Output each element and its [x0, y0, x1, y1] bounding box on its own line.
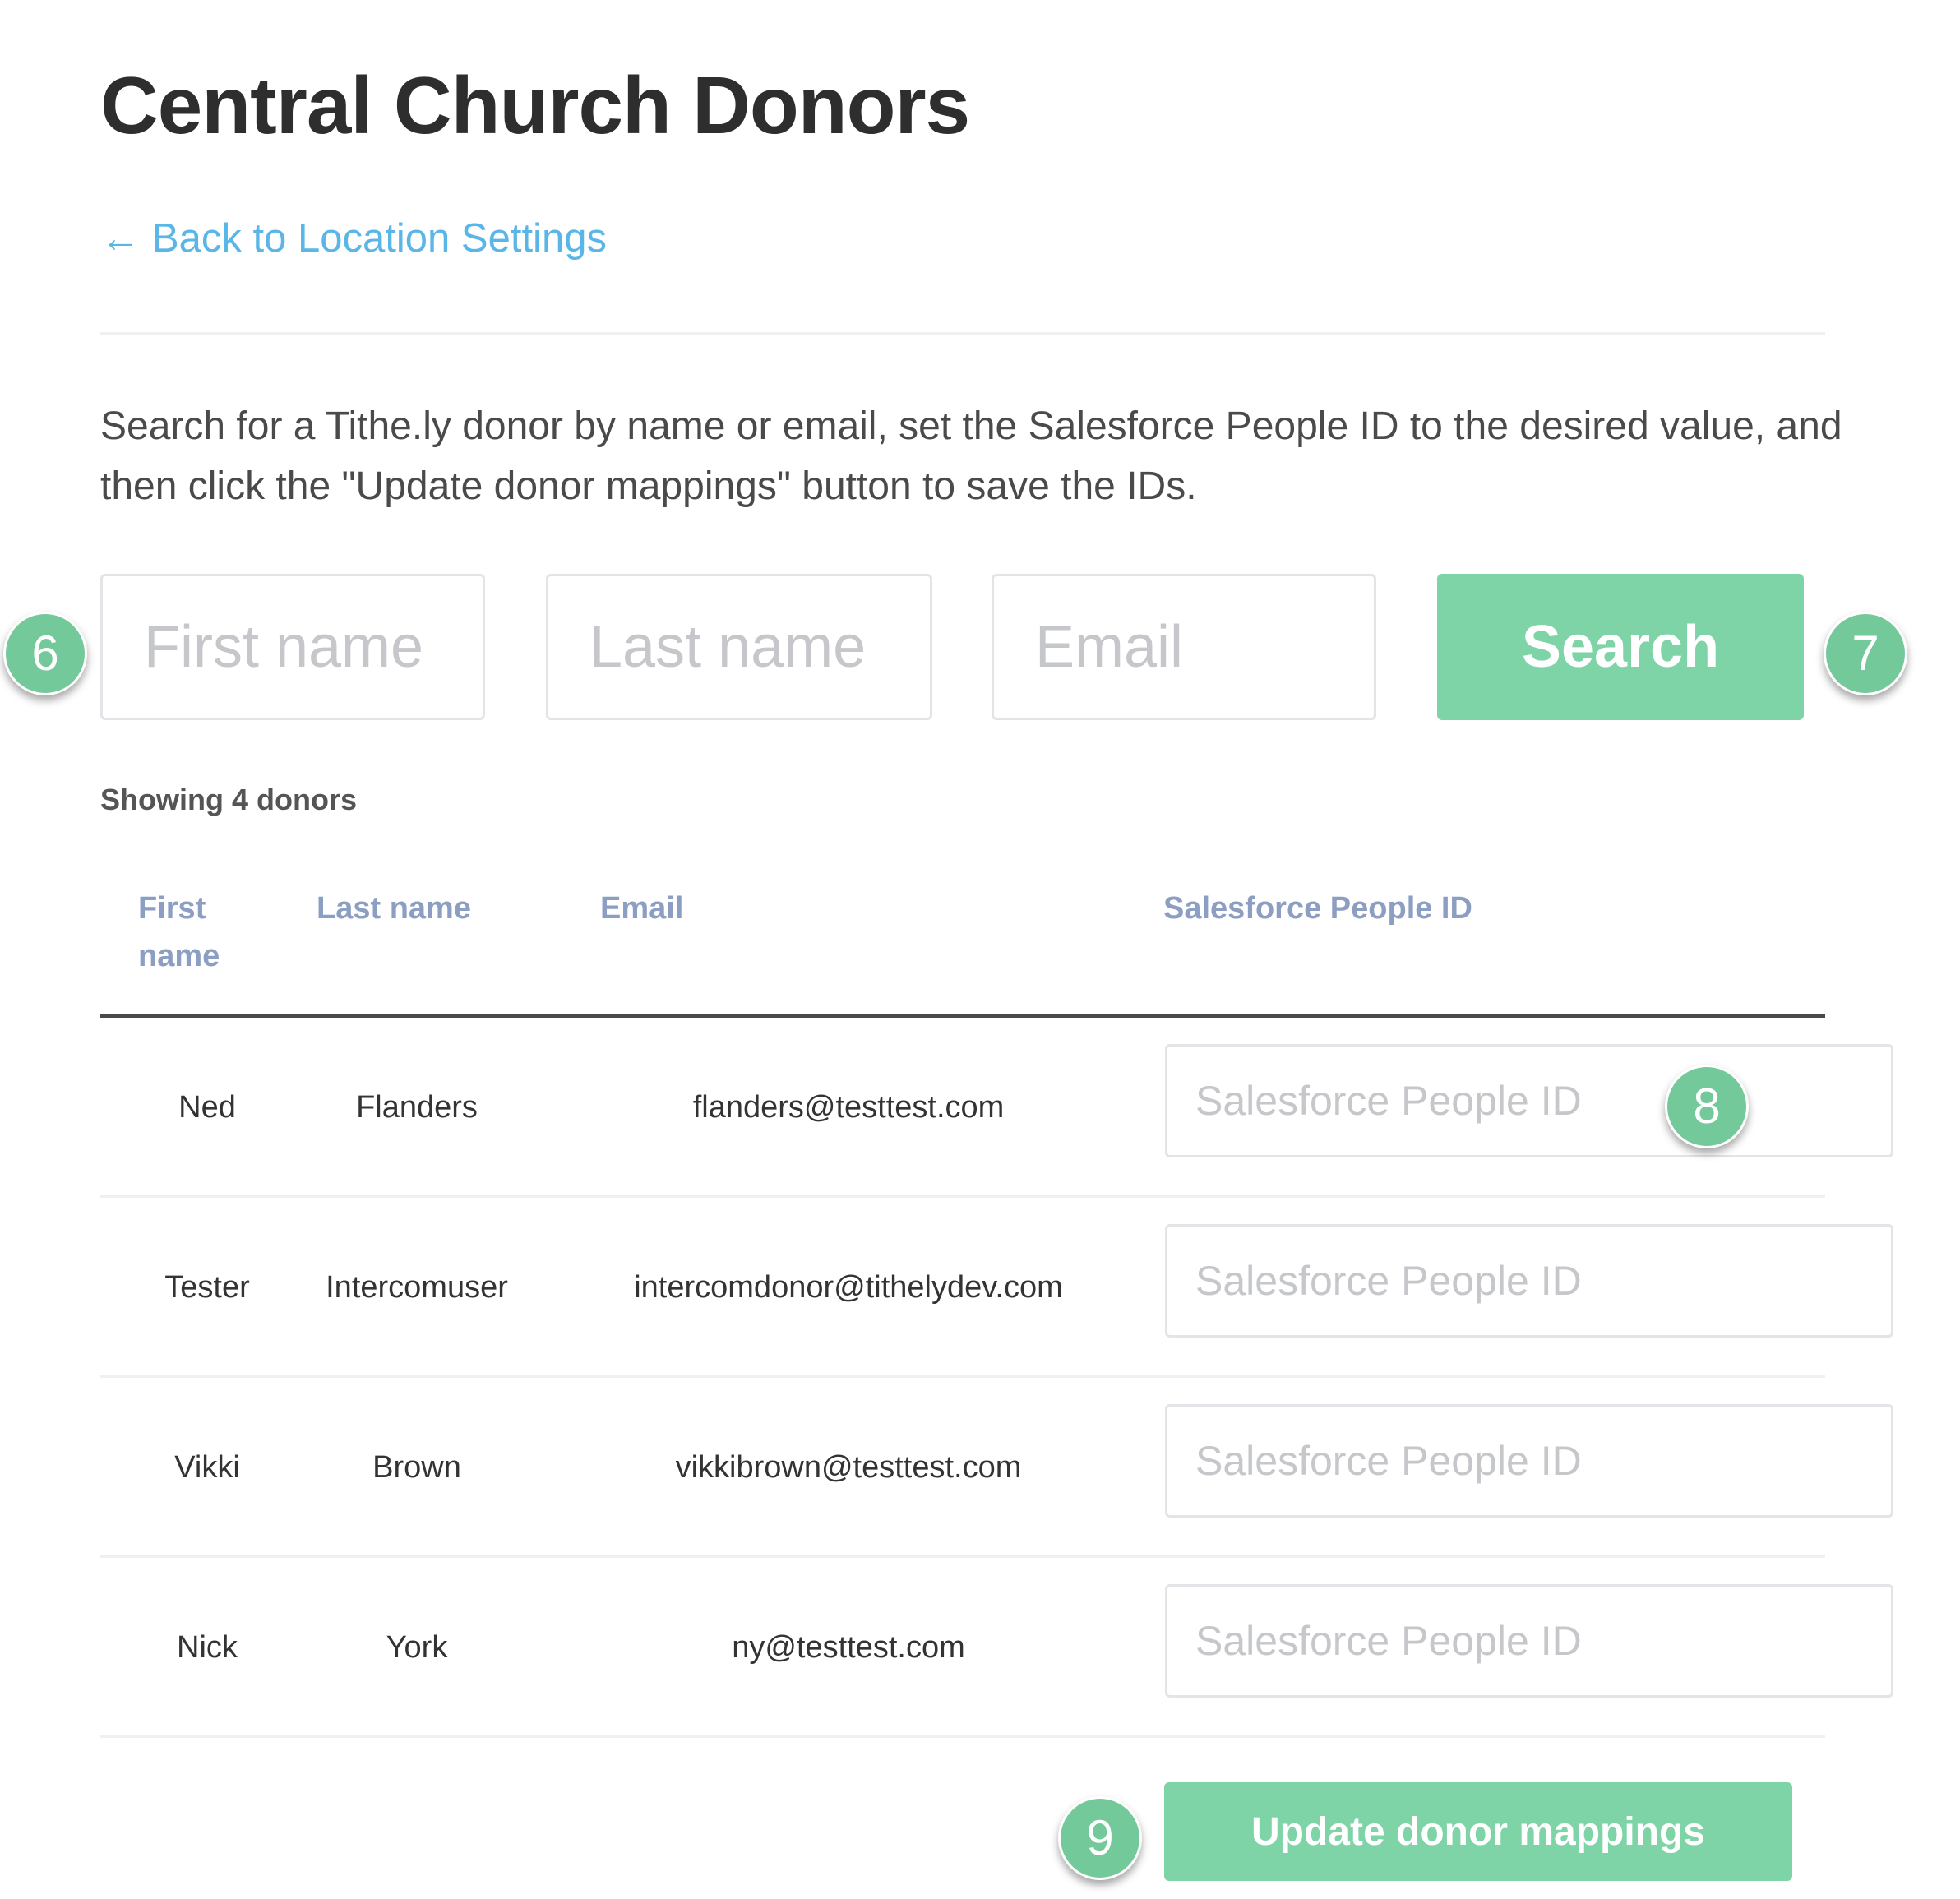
donor-last-name: Intercomuser — [326, 1270, 508, 1305]
column-header-first-name: First name — [138, 891, 220, 973]
donor-email: vikkibrown@testtest.com — [675, 1450, 1022, 1485]
donor-email: flanders@testtest.com — [692, 1090, 1005, 1125]
step-callout-badge: 7 — [1824, 612, 1907, 695]
column-header-email: Email — [600, 891, 684, 926]
donor-last-name: Flanders — [356, 1090, 478, 1125]
donor-first-name: Vikki — [174, 1450, 240, 1485]
step-callout-badge: 6 — [3, 612, 87, 695]
instructions-text: Search for a Tithe.ly donor by name or e… — [100, 404, 1842, 508]
salesforce-id-input[interactable] — [1165, 1584, 1893, 1698]
donor-last-name: Brown — [372, 1450, 461, 1485]
email-search-input[interactable] — [992, 574, 1376, 720]
donor-first-name: Tester — [164, 1270, 250, 1305]
update-donor-mappings-button[interactable]: Update donor mappings — [1164, 1782, 1792, 1881]
donor-email: ny@testtest.com — [732, 1630, 965, 1665]
donor-email: intercomdonor@tithelydev.com — [634, 1270, 1063, 1305]
first-name-search-input[interactable] — [100, 574, 485, 720]
back-to-location-settings-link[interactable]: ← Back to Location Settings — [100, 215, 607, 261]
table-row: Tester Intercomuser intercomdonor@tithel… — [100, 1198, 1893, 1378]
search-button[interactable]: Search — [1437, 574, 1804, 720]
salesforce-id-input[interactable] — [1165, 1224, 1893, 1338]
back-link-label: Back to Location Settings — [152, 216, 607, 261]
step-callout-badge: 8 — [1665, 1065, 1749, 1148]
column-header-last-name: Last name — [317, 891, 471, 926]
row-divider — [100, 1735, 1825, 1738]
table-row: Vikki Brown vikkibrown@testtest.com — [100, 1378, 1893, 1558]
donor-first-name: Ned — [178, 1090, 236, 1125]
step-callout-badge: 9 — [1058, 1796, 1142, 1880]
salesforce-id-input[interactable] — [1165, 1404, 1893, 1518]
table-row: Ned Flanders flanders@testtest.com — [100, 1018, 1893, 1198]
donor-first-name: Nick — [177, 1630, 238, 1665]
column-header-salesforce-id: Salesforce People ID — [1163, 891, 1472, 926]
salesforce-id-input[interactable] — [1165, 1044, 1893, 1157]
last-name-search-input[interactable] — [546, 574, 932, 720]
divider — [100, 332, 1825, 335]
donor-last-name: York — [386, 1630, 448, 1665]
arrow-left-icon: ← — [100, 216, 141, 261]
page-title: Central Church Donors — [100, 60, 970, 150]
table-row: Nick York ny@testtest.com — [100, 1558, 1893, 1738]
results-count: Showing 4 donors — [100, 783, 357, 816]
